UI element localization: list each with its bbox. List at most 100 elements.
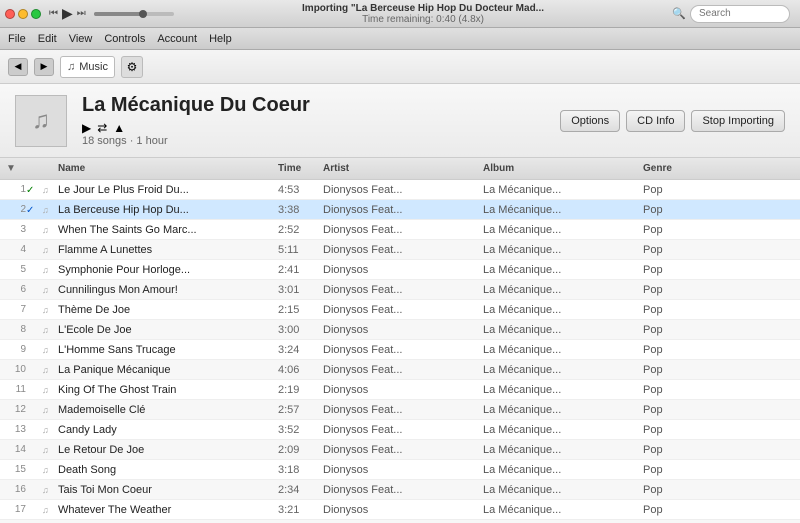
settings-button[interactable]: ⚙ — [121, 56, 143, 78]
track-time: 2:41 — [278, 264, 323, 276]
menu-view[interactable]: View — [69, 33, 93, 45]
cd-info-button[interactable]: CD Info — [626, 110, 685, 132]
search-input[interactable] — [690, 5, 790, 23]
action-buttons: Options CD Info Stop Importing — [560, 110, 785, 132]
track-genre: Pop — [643, 344, 703, 356]
track-name: La Panique Mécanique — [58, 364, 278, 376]
track-note-icon: ♫ — [42, 224, 58, 236]
play-album-icon[interactable]: ▶ — [82, 121, 91, 135]
title-bar: ⏮ ▶ ⏭ Importing "La Berceuse Hip Hop Du … — [0, 0, 800, 28]
track-artist: Dionysos Feat... — [323, 284, 483, 296]
stop-importing-button[interactable]: Stop Importing — [691, 110, 785, 132]
track-number: 4 — [6, 244, 26, 255]
track-row[interactable]: 10 ♫ La Panique Mécanique 4:06 Dionysos … — [0, 360, 800, 380]
track-number: 16 — [6, 484, 26, 495]
col-artist[interactable]: Artist — [323, 163, 483, 174]
track-number: 14 — [6, 444, 26, 455]
track-artist: Dionysos Feat... — [323, 304, 483, 316]
add-icon[interactable]: ▲ — [113, 121, 125, 135]
track-note-icon: ♫ — [42, 264, 58, 276]
track-row[interactable]: 9 ♫ L'Homme Sans Trucage 3:24 Dionysos F… — [0, 340, 800, 360]
track-artist: Dionysos — [323, 324, 483, 336]
col-genre[interactable]: Genre — [643, 163, 703, 174]
track-row[interactable]: 14 ♫ Le Retour De Joe 2:09 Dionysos Feat… — [0, 440, 800, 460]
track-row[interactable]: 2 ✓ ♫ La Berceuse Hip Hop Du... 3:38 Dio… — [0, 200, 800, 220]
track-name: King Of The Ghost Train — [58, 384, 278, 396]
menu-edit[interactable]: Edit — [38, 33, 57, 45]
track-row[interactable]: 11 ♫ King Of The Ghost Train 2:19 Dionys… — [0, 380, 800, 400]
minimize-button[interactable] — [18, 9, 28, 19]
close-button[interactable] — [5, 9, 15, 19]
track-row[interactable]: 1 ✓ ♫ Le Jour Le Plus Froid Du... 4:53 D… — [0, 180, 800, 200]
main-content: ♫ La Mécanique Du Coeur ▶ ⇄ ▲ 18 songs ·… — [0, 84, 800, 523]
options-button[interactable]: Options — [560, 110, 620, 132]
progress-track[interactable] — [94, 12, 174, 16]
track-genre: Pop — [643, 384, 703, 396]
track-number: 10 — [6, 364, 26, 375]
rewind-button[interactable]: ⏮ — [49, 8, 58, 19]
maximize-button[interactable] — [31, 9, 41, 19]
shuffle-icon[interactable]: ⇄ — [97, 121, 107, 135]
menu-help[interactable]: Help — [209, 33, 232, 45]
track-artist: Dionysos Feat... — [323, 444, 483, 456]
track-row[interactable]: 5 ♫ Symphonie Pour Horloge... 2:41 Diony… — [0, 260, 800, 280]
track-row[interactable]: 7 ♫ Thème De Joe 2:15 Dionysos Feat... L… — [0, 300, 800, 320]
menu-controls[interactable]: Controls — [104, 33, 145, 45]
track-number: 7 — [6, 304, 26, 315]
track-row[interactable]: 17 ♫ Whatever The Weather 3:21 Dionysos … — [0, 500, 800, 520]
track-artist: Dionysos — [323, 464, 483, 476]
track-time: 2:57 — [278, 404, 323, 416]
track-album: La Mécanique... — [483, 264, 643, 276]
track-time: 2:19 — [278, 384, 323, 396]
track-row[interactable]: 13 ♫ Candy Lady 3:52 Dionysos Feat... La… — [0, 420, 800, 440]
track-row[interactable]: 4 ♫ Flamme A Lunettes 5:11 Dionysos Feat… — [0, 240, 800, 260]
track-genre: Pop — [643, 184, 703, 196]
track-name: Flamme A Lunettes — [58, 244, 278, 256]
back-button[interactable]: ◀ — [8, 58, 28, 76]
track-name: When The Saints Go Marc... — [58, 224, 278, 236]
track-name: Whatever The Weather — [58, 504, 278, 516]
track-artist: Dionysos — [323, 384, 483, 396]
search-icon: 🔍 — [672, 7, 686, 20]
col-time[interactable]: Time — [278, 163, 323, 174]
track-genre: Pop — [643, 324, 703, 336]
album-art: ♫ — [15, 95, 67, 147]
progress-fill — [94, 12, 142, 16]
track-genre: Pop — [643, 444, 703, 456]
track-artist: Dionysos Feat... — [323, 184, 483, 196]
track-genre: Pop — [643, 284, 703, 296]
track-album: La Mécanique... — [483, 304, 643, 316]
track-artist: Dionysos Feat... — [323, 204, 483, 216]
menu-account[interactable]: Account — [157, 33, 197, 45]
track-note-icon: ♫ — [42, 384, 58, 396]
track-album: La Mécanique... — [483, 324, 643, 336]
playback-controls: ⏮ ▶ ⏭ — [49, 5, 86, 22]
col-album[interactable]: Album — [483, 163, 643, 174]
music-note-large-icon: ♫ — [32, 107, 50, 135]
track-number: 15 — [6, 464, 26, 475]
col-name[interactable]: Name — [58, 163, 278, 174]
track-name: Le Retour De Joe — [58, 444, 278, 456]
track-number: 3 — [6, 224, 26, 235]
track-row[interactable]: 8 ♫ L'Ecole De Joe 3:00 Dionysos La Méca… — [0, 320, 800, 340]
forward-button[interactable]: ▶ — [34, 58, 54, 76]
track-time: 5:11 — [278, 244, 323, 256]
track-note-icon: ♫ — [42, 204, 58, 216]
fast-forward-button[interactable]: ⏭ — [77, 8, 86, 19]
track-time: 3:18 — [278, 464, 323, 476]
play-button[interactable]: ▶ — [62, 5, 73, 22]
track-genre: Pop — [643, 504, 703, 516]
track-artist: Dionysos Feat... — [323, 484, 483, 496]
track-row[interactable]: 6 ♫ Cunnilingus Mon Amour! 3:01 Dionysos… — [0, 280, 800, 300]
import-info: Importing "La Berceuse Hip Hop Du Docteu… — [174, 3, 673, 25]
track-row[interactable]: 12 ♫ Mademoiselle Clé 2:57 Dionysos Feat… — [0, 400, 800, 420]
track-album: La Mécanique... — [483, 444, 643, 456]
track-name: L'Ecole De Joe — [58, 324, 278, 336]
track-row[interactable]: 15 ♫ Death Song 3:18 Dionysos La Mécaniq… — [0, 460, 800, 480]
track-row[interactable]: 3 ♫ When The Saints Go Marc... 2:52 Dion… — [0, 220, 800, 240]
track-row[interactable]: 16 ♫ Tais Toi Mon Coeur 2:34 Dionysos Fe… — [0, 480, 800, 500]
track-number: 17 — [6, 504, 26, 515]
menu-file[interactable]: File — [8, 33, 26, 45]
track-genre: Pop — [643, 204, 703, 216]
track-name: La Berceuse Hip Hop Du... — [58, 204, 278, 216]
